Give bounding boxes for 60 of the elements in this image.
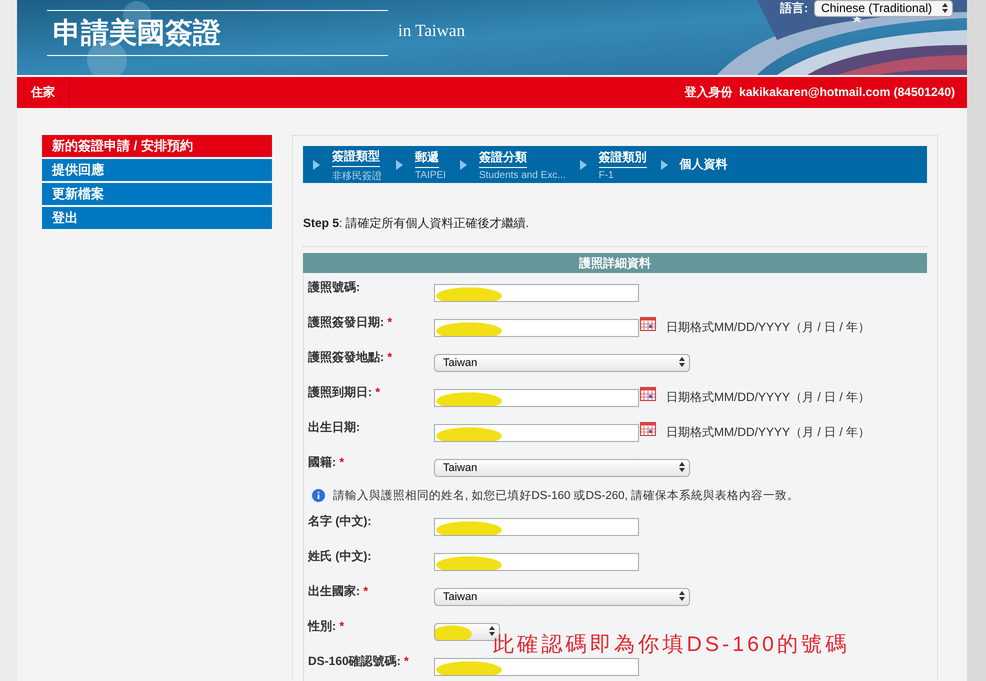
step-title: 個人資料 [680, 156, 728, 173]
sidebar-item[interactable]: 更新檔案 [42, 183, 272, 205]
section-header: 護照詳細資料 [303, 253, 927, 273]
field-label: 護照號碼: [308, 279, 361, 296]
updown-arrows-icon [941, 2, 949, 14]
input-field[interactable] [434, 424, 639, 442]
step-arrow-icon [460, 160, 467, 170]
step-title: 簽證類別 [598, 149, 647, 168]
language-select[interactable]: Chinese (Traditional) [814, 0, 953, 17]
sidebar-item[interactable]: 登出 [42, 207, 272, 229]
field-label: 護照簽發地點: * [308, 349, 394, 366]
field-label: 護照到期日: * [308, 384, 382, 401]
login-info: 登入身份 kakikakaren@hotmail.com (84501240) [684, 84, 956, 101]
updown-arrows-icon [678, 461, 686, 473]
select-field[interactable]: Taiwan [434, 354, 690, 372]
step-arrow-icon [313, 160, 320, 170]
format-hint: 日期格式MM/DD/YYYY（月 / 日 / 年） [666, 424, 870, 441]
field-label: 出生日期: [308, 419, 361, 436]
site-title: 申請美國簽證 [47, 10, 388, 56]
field-label: 出生國家: * [308, 583, 370, 600]
field-label: 名字 (中文): [308, 513, 372, 530]
step-value: 非移民簽證 [332, 170, 382, 182]
calendar-icon[interactable] [640, 422, 656, 436]
updown-arrows-icon [678, 590, 686, 602]
step-arrow-icon [660, 160, 668, 170]
field-label: 國籍: * [308, 454, 346, 471]
instruction-text: Step 5: 請確定所有個人資料正確後才繼續. [303, 215, 530, 232]
step-arrow-icon [396, 160, 403, 170]
input-field[interactable] [434, 658, 639, 676]
select-field[interactable]: Taiwan [434, 459, 690, 477]
step-title: 簽證類型 [332, 148, 380, 166]
home-link[interactable]: 住家 [17, 77, 70, 108]
annotation-text: 此確認碼即為你填DS-160的號碼 [493, 632, 850, 658]
calendar-icon[interactable] [640, 317, 656, 331]
step-value: Students and Exc... [478, 170, 566, 181]
calendar-icon[interactable] [640, 387, 656, 401]
field-label: 護照簽發日期: * [308, 314, 394, 331]
input-field[interactable] [434, 319, 639, 337]
input-field[interactable] [434, 389, 639, 407]
input-field[interactable] [434, 518, 639, 536]
input-field[interactable] [434, 553, 639, 571]
field-label: DS-160確認號碼: * [308, 653, 410, 670]
step-title: 簽證分類 [478, 149, 527, 168]
format-hint: 日期格式MM/DD/YYYY（月 / 日 / 年） [666, 389, 870, 406]
step-value: TAIPEI [415, 170, 446, 181]
info-icon [312, 488, 325, 502]
input-field[interactable] [434, 284, 639, 302]
updown-arrows-icon [678, 356, 686, 368]
step-title: 郵遞 [415, 149, 439, 168]
format-hint: 日期格式MM/DD/YYYY（月 / 日 / 年） [666, 319, 870, 336]
step-value: F-1 [598, 170, 615, 181]
field-label: 姓氏 (中文): [308, 548, 372, 565]
sidebar-item[interactable]: 新的簽證申請 / 安排預約 [42, 135, 272, 157]
field-label: 性別: * [308, 618, 346, 635]
language-label: 語言: [780, 0, 808, 17]
step-arrow-icon [580, 160, 587, 170]
info-text: 請輸入與護照相同的姓名, 如您已填好DS-160 或DS-260, 請確保本系統與表格內容一致。 [333, 488, 799, 502]
select-field[interactable]: Taiwan [434, 588, 690, 606]
sidebar-item[interactable]: 提供回應 [42, 159, 272, 181]
site-subtitle: in Taiwan [398, 21, 465, 41]
